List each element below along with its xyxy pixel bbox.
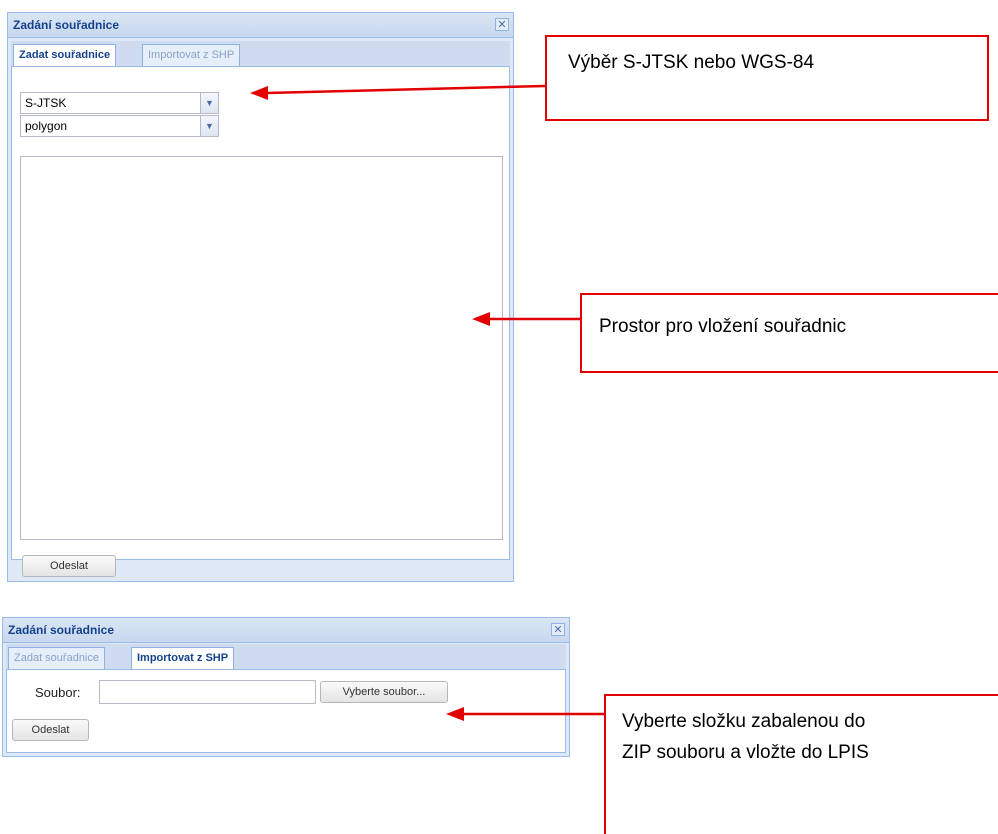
close-icon[interactable]: ✕ [551, 623, 565, 636]
geometry-type-value: polygon [25, 119, 68, 133]
chevron-down-icon[interactable]: ▼ [200, 116, 218, 136]
annotation-select-system: Výběr S-JTSK nebo WGS-84 [545, 35, 989, 121]
coordinate-system-value: S-JTSK [25, 96, 67, 110]
tab-enter-coordinates[interactable]: Zadat souřadnice [13, 44, 117, 67]
window-title: Zadání souřadnice [13, 18, 120, 32]
submit-button[interactable]: Odeslat [12, 719, 89, 741]
close-icon[interactable]: ✕ [495, 18, 509, 31]
annotation-text: Výběr S-JTSK nebo WGS-84 [568, 52, 815, 73]
annotation-coords-area: Prostor pro vložení souřadnic [580, 293, 998, 373]
window-header[interactable]: Zadání souřadnice ✕ [3, 618, 569, 643]
tab-enter-coordinates[interactable]: Zadat souřadnice [8, 647, 105, 669]
coordinates-window-import: Zadání souřadnice ✕ Zadat souřadnice Imp… [2, 617, 570, 757]
annotation-text-line2: ZIP souboru a vložte do LPIS [622, 742, 869, 763]
annotation-text-line1: Vyberte složku zabalenou do [622, 711, 866, 732]
coordinates-window-entry: Zadání souřadnice ✕ Zadat souřadnice Imp… [7, 12, 514, 582]
chevron-down-icon[interactable]: ▼ [200, 93, 218, 113]
browse-file-button[interactable]: Vyberte soubor... [320, 681, 448, 703]
tab-strip: Zadat souřadnice Importovat z SHP [6, 644, 566, 670]
file-input[interactable] [99, 680, 316, 704]
annotation-zip-upload: Vyberte složku zabalenou do ZIP souboru … [604, 694, 998, 834]
annotation-text: Prostor pro vložení souřadnic [599, 316, 847, 337]
entry-panel-body: S-JTSK ▼ polygon ▼ [11, 66, 510, 560]
coordinate-system-select[interactable]: S-JTSK ▼ [20, 92, 219, 114]
coordinates-textarea[interactable] [20, 156, 503, 540]
tab-import-shp[interactable]: Importovat z SHP [142, 44, 241, 66]
tab-import-shp[interactable]: Importovat z SHP [131, 647, 235, 670]
window-title: Zadání souřadnice [8, 623, 115, 637]
submit-button[interactable]: Odeslat [22, 555, 116, 577]
import-panel-body: Soubor: Vyberte soubor... Odeslat [6, 669, 566, 753]
window-header[interactable]: Zadání souřadnice ✕ [8, 13, 513, 38]
file-label: Soubor: [35, 685, 81, 700]
tab-strip: Zadat souřadnice Importovat z SHP [11, 41, 510, 67]
geometry-type-select[interactable]: polygon ▼ [20, 115, 219, 137]
